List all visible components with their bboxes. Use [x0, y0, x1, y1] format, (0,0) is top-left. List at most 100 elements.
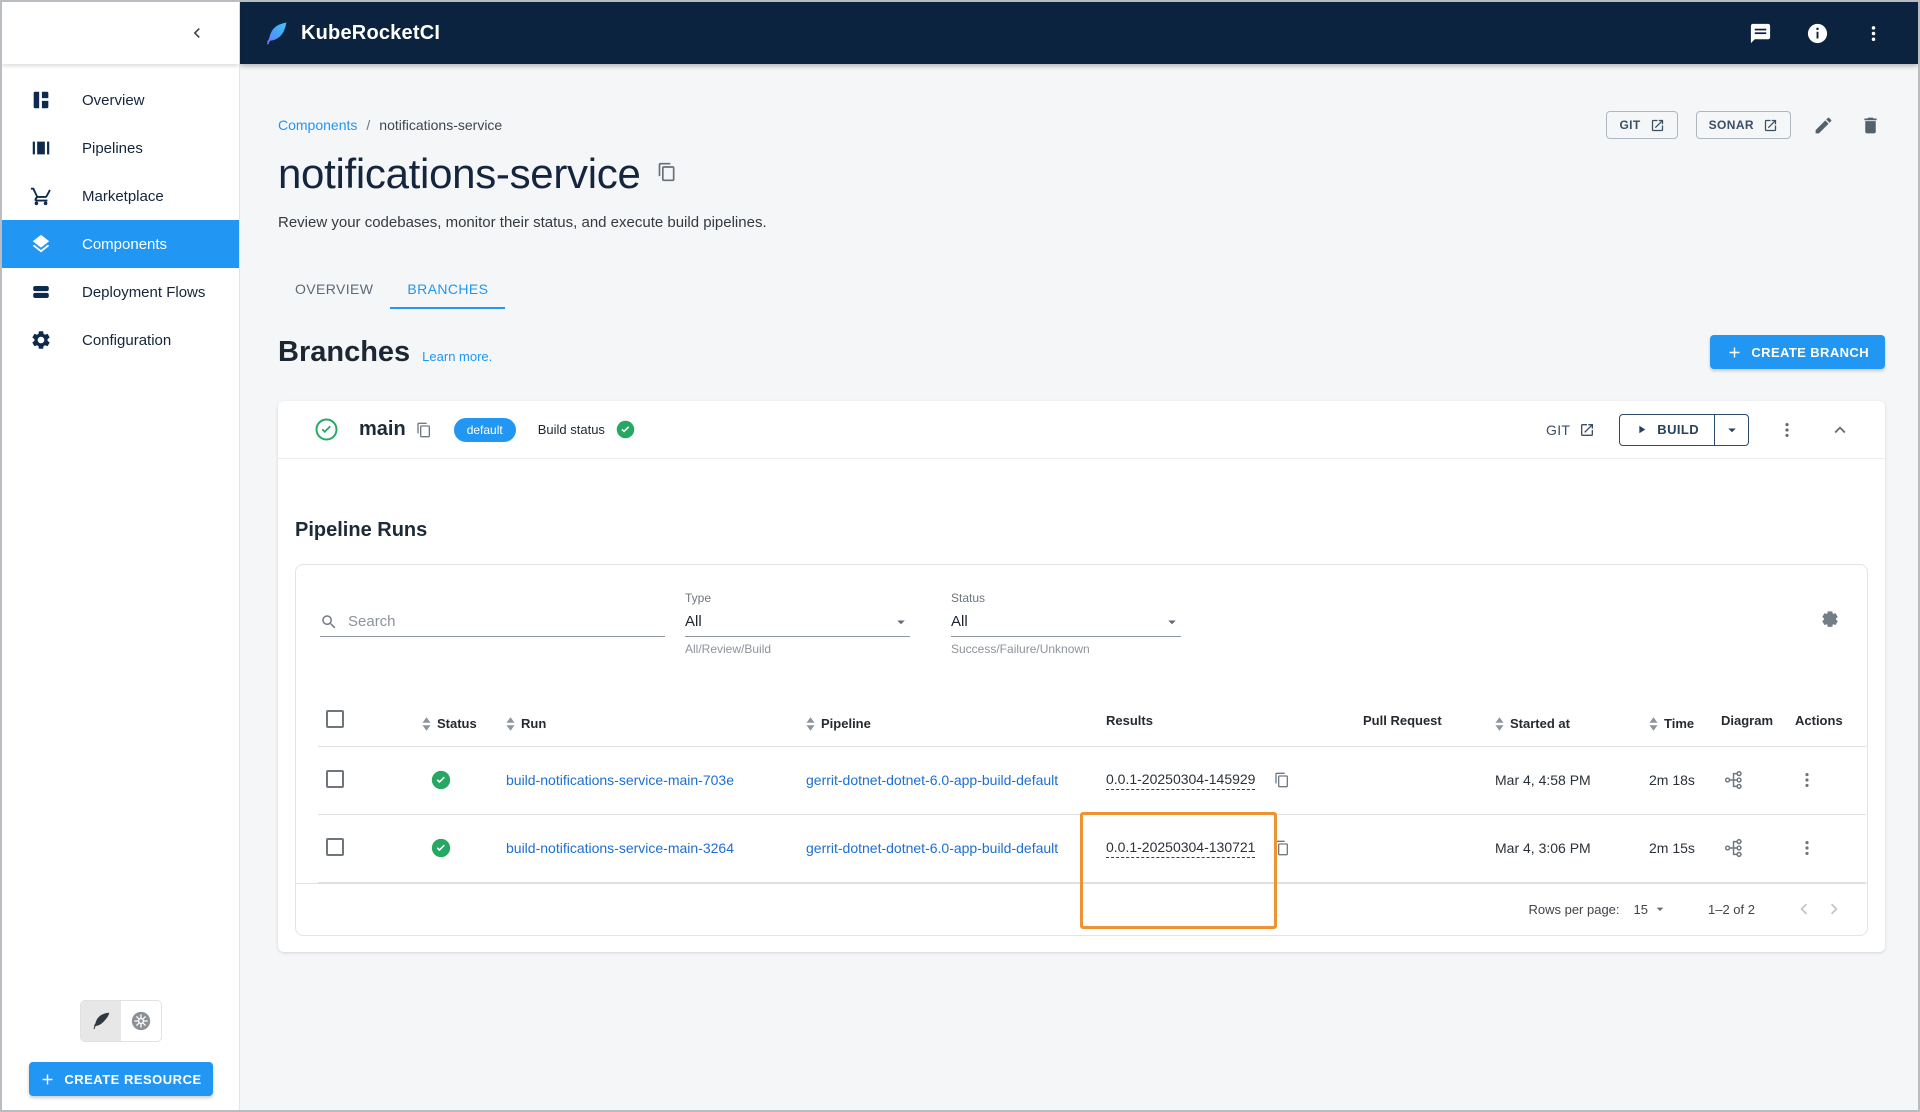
search-field: [320, 607, 665, 656]
git-button[interactable]: GIT: [1606, 111, 1678, 139]
tab-branches[interactable]: BRANCHES: [390, 271, 506, 309]
external-link-icon: [1763, 118, 1778, 133]
type-filter-select[interactable]: All: [685, 607, 910, 637]
sonar-button-label: SONAR: [1708, 118, 1754, 132]
tree-diagram-icon: [1723, 837, 1745, 859]
rows-per-page-select[interactable]: 15: [1634, 901, 1668, 917]
sidebar-item-components[interactable]: Components: [2, 220, 239, 268]
chat-button[interactable]: [1745, 18, 1776, 49]
sidebar-item-marketplace[interactable]: Marketplace: [2, 172, 239, 220]
sidebar-nav: Overview Pipelines Marketplace Component…: [2, 64, 239, 364]
status-filter-helper: Success/Failure/Unknown: [951, 642, 1090, 656]
create-resource-button[interactable]: CREATE RESOURCE: [28, 1062, 213, 1096]
create-branch-label: CREATE BRANCH: [1751, 344, 1869, 360]
column-time: Time: [1664, 716, 1695, 731]
diagram-button[interactable]: [1721, 767, 1747, 793]
git-button-label: GIT: [1619, 118, 1641, 132]
sort-started-at[interactable]: Started at: [1495, 716, 1570, 731]
sort-time[interactable]: Time: [1649, 716, 1694, 731]
edit-button[interactable]: [1809, 111, 1838, 140]
previous-page-button[interactable]: [1789, 894, 1819, 924]
branches-heading: Branches: [278, 335, 411, 368]
collapse-branch-button[interactable]: [1825, 415, 1855, 445]
sidebar-item-configuration[interactable]: Configuration: [2, 316, 239, 364]
chat-icon: [1749, 22, 1772, 45]
build-button[interactable]: BUILD: [1620, 415, 1714, 445]
sort-run[interactable]: Run: [506, 716, 546, 731]
run-link[interactable]: build-notifications-service-main-3264: [506, 840, 734, 856]
page-title: notifications-service: [278, 150, 641, 197]
copy-result-button[interactable]: [1274, 772, 1290, 788]
column-status: Status: [437, 716, 477, 731]
started-at-cell: Mar 4, 4:58 PM: [1495, 772, 1591, 788]
row-actions-button[interactable]: [1795, 768, 1819, 792]
table-settings-button[interactable]: [1819, 609, 1841, 631]
pipeline-link[interactable]: gerrit-dotnet-dotnet-6.0-app-build-defau…: [806, 772, 1058, 788]
gear-icon: [30, 328, 54, 352]
pipeline-link[interactable]: gerrit-dotnet-dotnet-6.0-app-build-defau…: [806, 840, 1058, 856]
result-version[interactable]: 0.0.1-20250304-145929: [1106, 771, 1256, 790]
overflow-menu-button[interactable]: [1859, 19, 1888, 48]
branch-menu-button[interactable]: [1773, 416, 1801, 444]
stacks-icon: [30, 280, 54, 304]
breadcrumb-components-link[interactable]: Components: [278, 117, 357, 133]
sidebar-item-label: Overview: [82, 91, 145, 109]
type-filter-label: Type: [685, 591, 712, 605]
plus-icon: [39, 1071, 56, 1088]
app-root: KubeRocketCI Overview Pipelines Marketpl…: [0, 0, 1920, 1112]
run-link[interactable]: build-notifications-service-main-703e: [506, 772, 734, 788]
search-input[interactable]: [348, 613, 665, 630]
diagram-button[interactable]: [1721, 835, 1747, 861]
sort-pipeline[interactable]: Pipeline: [806, 716, 871, 731]
copy-title-button[interactable]: [657, 162, 677, 187]
sort-status[interactable]: Status: [422, 716, 477, 731]
kubernetes-view-toggle-button[interactable]: [120, 1001, 161, 1041]
learn-more-link[interactable]: Learn more.: [422, 349, 492, 364]
table-header-row: Status Run Pipeline Results Pull Request: [318, 696, 1866, 747]
branch-header: main default Build status GIT BUILD: [278, 401, 1885, 459]
select-all-checkbox[interactable]: [326, 710, 344, 729]
sidebar-item-pipelines[interactable]: Pipelines: [2, 124, 239, 172]
caret-down-icon: [1163, 613, 1181, 631]
branch-git-link[interactable]: GIT: [1546, 422, 1595, 438]
status-filter: Status All Success/Failure/Unknown: [951, 591, 1181, 656]
sidebar-item-deployment-flows[interactable]: Deployment Flows: [2, 268, 239, 316]
status-filter-select[interactable]: All: [951, 607, 1181, 637]
pipelines-icon: [30, 136, 54, 160]
sidebar: Overview Pipelines Marketplace Component…: [2, 2, 240, 1110]
search-icon: [320, 613, 338, 631]
sidebar-item-overview[interactable]: Overview: [2, 76, 239, 124]
result-version[interactable]: 0.0.1-20250304-130721: [1106, 839, 1256, 858]
row-checkbox[interactable]: [326, 769, 344, 788]
copy-branch-button[interactable]: [416, 422, 432, 438]
sidebar-item-label: Pipelines: [82, 139, 143, 157]
type-filter-value: All: [685, 613, 702, 630]
chevron-left-icon: [1793, 898, 1815, 920]
build-options-button[interactable]: [1714, 414, 1748, 445]
column-pull-request: Pull Request: [1363, 713, 1442, 729]
time-cell: 2m 18s: [1649, 772, 1695, 788]
pagination: Rows per page: 15 1–2 of 2: [296, 882, 1867, 935]
row-checkbox[interactable]: [326, 837, 344, 856]
topbar-actions: [1745, 18, 1888, 49]
trash-icon: [1860, 115, 1881, 136]
tabs: OVERVIEW BRANCHES: [278, 271, 1885, 309]
status-filter-value: All: [951, 613, 968, 630]
next-page-button[interactable]: [1819, 894, 1849, 924]
chevron-left-icon: [187, 23, 207, 43]
sidebar-footer: CREATE RESOURCE: [2, 1000, 239, 1110]
copy-result-button[interactable]: [1274, 840, 1290, 856]
build-status-success-icon: [615, 419, 636, 440]
sonar-button[interactable]: SONAR: [1695, 111, 1791, 139]
info-button[interactable]: [1802, 18, 1833, 49]
pipeline-runs-table: Status Run Pipeline Results Pull Request: [318, 696, 1866, 883]
sidebar-collapse-button[interactable]: [183, 19, 211, 47]
sidebar-header: [2, 2, 239, 64]
delete-button[interactable]: [1856, 111, 1885, 140]
pencil-icon: [1813, 115, 1834, 136]
create-branch-button[interactable]: CREATE BRANCH: [1710, 335, 1885, 369]
row-actions-button[interactable]: [1795, 836, 1819, 860]
caret-down-icon: [1723, 421, 1741, 439]
quill-view-toggle-button[interactable]: [80, 1001, 121, 1041]
tab-overview[interactable]: OVERVIEW: [278, 271, 390, 309]
